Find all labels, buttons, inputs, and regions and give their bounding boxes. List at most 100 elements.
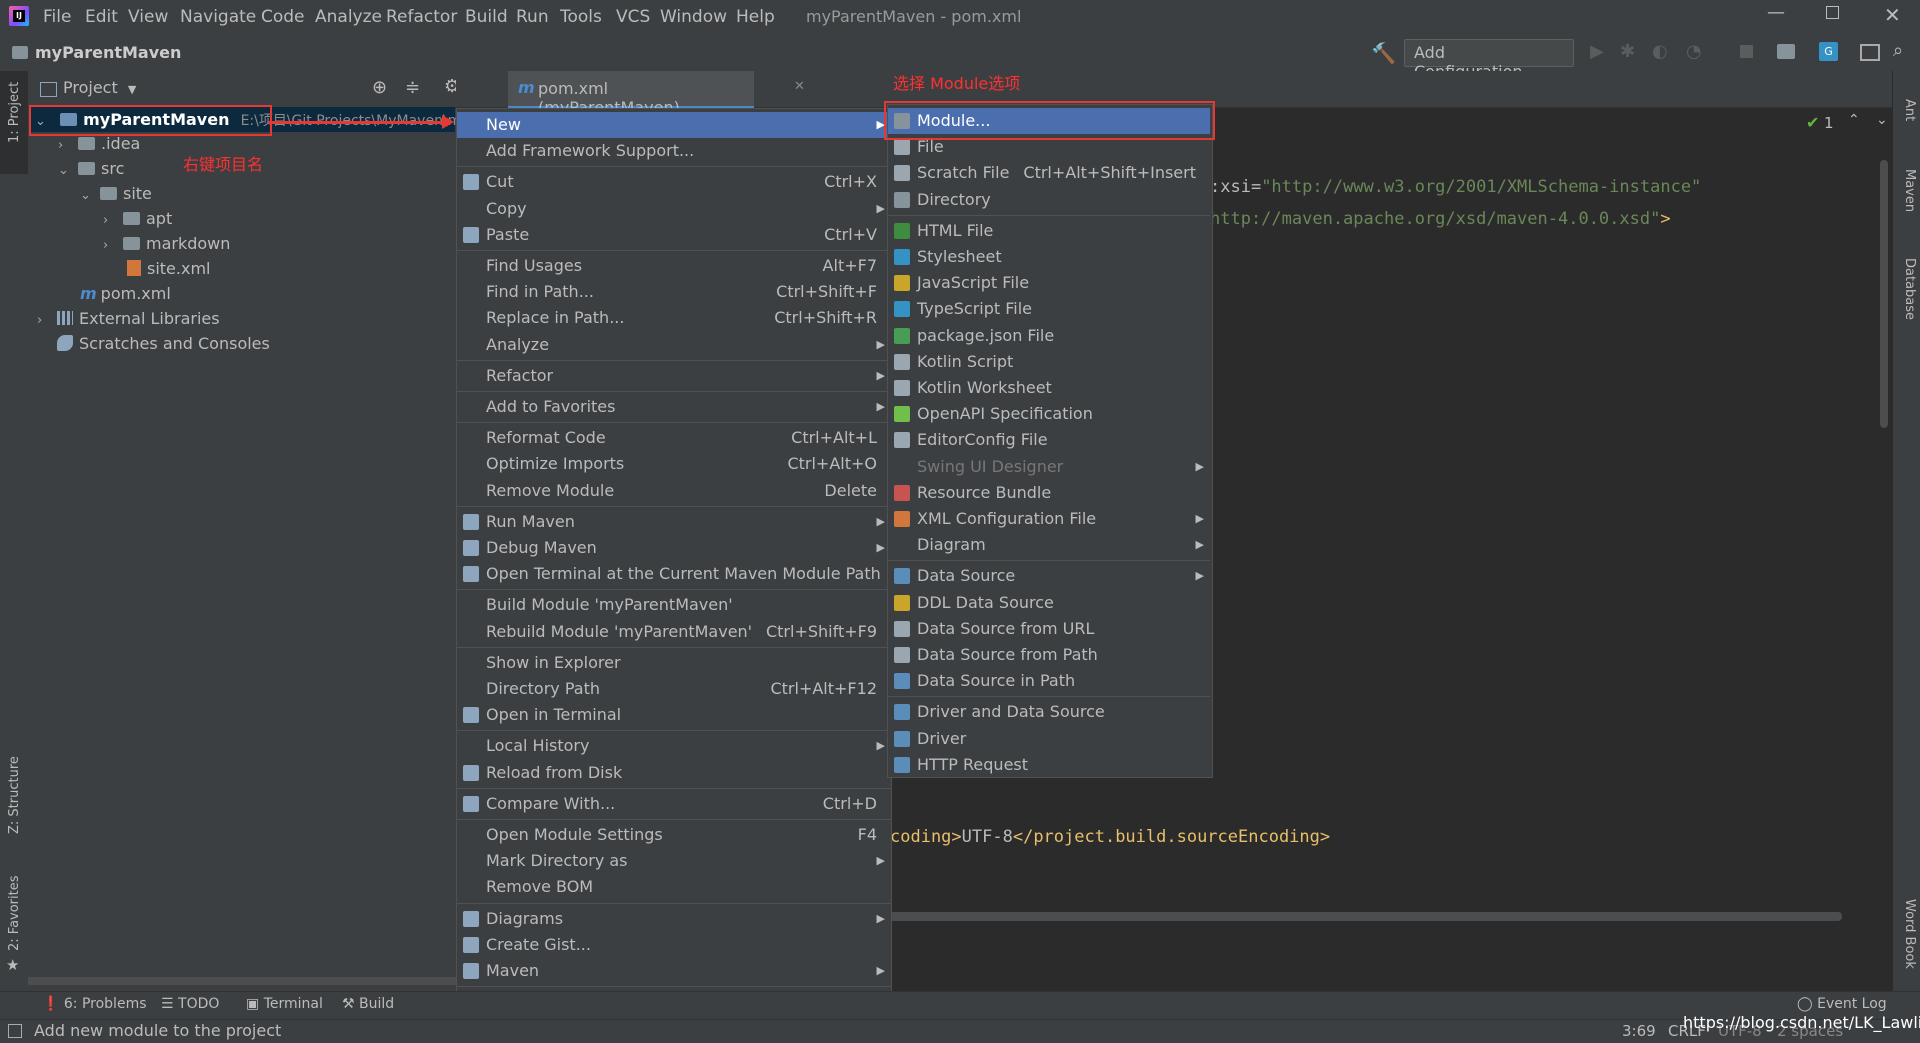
menu-item-driver[interactable]: Driver [888, 726, 1210, 752]
menu-navigate[interactable]: Navigate [180, 7, 256, 27]
menu-item-openapi-specification[interactable]: OpenAPI Specification [888, 401, 1210, 427]
menu-code[interactable]: Code [261, 7, 305, 27]
menu-item-mark-directory-as[interactable]: Mark Directory as ▶ [457, 848, 891, 874]
menu-item-xml-configuration-file[interactable]: XML Configuration File ▶ [888, 506, 1210, 532]
tree-item-scratches[interactable]: Scratches and Consoles [57, 331, 270, 356]
ant-tool-tab[interactable]: Ant [1902, 99, 1917, 121]
profile-icon[interactable]: ◔ [1686, 41, 1702, 62]
close-button[interactable]: ✕ [1884, 3, 1901, 27]
search-icon[interactable]: ⌕ [1893, 40, 1903, 61]
menu-item-add-framework-support[interactable]: Add Framework Support... [457, 138, 891, 164]
project-view-dropdown[interactable]: Project ▼ [63, 78, 136, 97]
stop-icon[interactable] [1740, 45, 1753, 58]
menu-item-local-history[interactable]: Local History ▶ [457, 733, 891, 759]
menu-run[interactable]: Run [516, 7, 549, 27]
tree-item-external-libraries[interactable]: › External Libraries [37, 306, 220, 331]
database-tool-tab[interactable]: Database [1902, 258, 1917, 320]
structure-tool-tab[interactable]: Z: Structure [7, 756, 22, 834]
menu-item-debug-maven[interactable]: Debug Maven ▶ [457, 535, 891, 561]
tool-tab-event-log[interactable]: ◯ Event Log [1797, 996, 1887, 1012]
run-configuration-dropdown[interactable]: Add Configuration... [1404, 39, 1574, 81]
editor-horizontal-scrollbar[interactable] [890, 912, 1842, 921]
tool-tab-build[interactable]: ⚒ Build [342, 996, 394, 1012]
menu-item-refactor[interactable]: Refactor ▶ [457, 363, 891, 389]
menu-item-find-usages[interactable]: Find Usages Alt+F7 [457, 253, 891, 279]
menu-window[interactable]: Window [660, 7, 727, 27]
menu-item-show-in-explorer[interactable]: Show in Explorer [457, 650, 891, 676]
menu-item-diagram[interactable]: Diagram ▶ [888, 532, 1210, 558]
editor-vertical-scrollbar[interactable] [1880, 160, 1888, 428]
menu-tools[interactable]: Tools [560, 7, 602, 27]
menu-file[interactable]: File [43, 7, 71, 27]
tool-tab-terminal[interactable]: ▣ Terminal [246, 996, 323, 1012]
tree-item-site-xml[interactable]: site.xml [127, 256, 210, 281]
menu-item-copy[interactable]: Copy ▶ [457, 196, 891, 222]
project-breadcrumb[interactable]: myParentMaven [35, 43, 181, 62]
menu-item-create-gist[interactable]: Create Gist... [457, 932, 891, 958]
menu-item-open-module-settings[interactable]: Open Module Settings F4 [457, 822, 891, 848]
restore-button[interactable] [1826, 6, 1839, 19]
menu-item-open-terminal-at-the-current-maven-module-path[interactable]: Open Terminal at the Current Maven Modul… [457, 561, 891, 587]
close-tab-icon[interactable]: ✕ [794, 79, 805, 94]
inspection-check-icon[interactable]: ✔ [1806, 113, 1819, 132]
menu-item-analyze[interactable]: Analyze ▶ [457, 332, 891, 358]
tree-item-apt[interactable]: › apt [103, 206, 172, 231]
translate-icon[interactable]: G [1819, 42, 1838, 61]
menu-item-data-source[interactable]: Data Source ▶ [888, 563, 1210, 589]
menu-item-add-to-favorites[interactable]: Add to Favorites ▶ [457, 394, 891, 420]
menu-item-kotlin-worksheet[interactable]: Kotlin Worksheet [888, 375, 1210, 401]
menu-item-stylesheet[interactable]: Stylesheet [888, 244, 1210, 270]
menu-item-remove-bom[interactable]: Remove BOM [457, 874, 891, 900]
menu-item-reload-from-disk[interactable]: Reload from Disk [457, 760, 891, 786]
tree-item-site[interactable]: ⌄ site [80, 181, 152, 206]
menu-item-maven[interactable]: Maven ▶ [457, 958, 891, 984]
tree-item-markdown[interactable]: › markdown [103, 231, 230, 256]
build-hammer-icon[interactable]: 🔨 [1371, 41, 1396, 65]
menu-item-typescript-file[interactable]: TypeScript File [888, 296, 1210, 322]
menu-item-open-in-terminal[interactable]: Open in Terminal [457, 702, 891, 728]
menu-item-kotlin-script[interactable]: Kotlin Script [888, 349, 1210, 375]
coverage-icon[interactable]: ◐ [1652, 41, 1668, 62]
menu-item-find-in-path[interactable]: Find in Path... Ctrl+Shift+F [457, 279, 891, 305]
status-toggle-icon[interactable] [8, 1024, 22, 1038]
menu-item-javascript-file[interactable]: JavaScript File [888, 270, 1210, 296]
caret-position[interactable]: 3:69 [1622, 1022, 1656, 1040]
menu-item-rebuild-module-myparentmaven[interactable]: Rebuild Module 'myParentMaven' Ctrl+Shift… [457, 619, 891, 645]
tool-tab-problems[interactable]: ❗ 6: Problems [42, 996, 147, 1012]
maven-tool-tab[interactable]: Maven [1902, 169, 1917, 212]
menu-item-scratch-file[interactable]: Scratch File Ctrl+Alt+Shift+Insert [888, 160, 1210, 186]
menu-edit[interactable]: Edit [85, 7, 118, 27]
menu-item-run-maven[interactable]: Run Maven ▶ [457, 509, 891, 535]
menu-item-ddl-data-source[interactable]: DDL Data Source [888, 590, 1210, 616]
menu-item-resource-bundle[interactable]: Resource Bundle [888, 480, 1210, 506]
menu-item-replace-in-path[interactable]: Replace in Path... Ctrl+Shift+R [457, 305, 891, 331]
tab-pom-xml[interactable]: m pom.xml (myParentMaven) ✕ [508, 71, 805, 117]
menu-item-data-source-in-path[interactable]: Data Source in Path [888, 668, 1210, 694]
menu-item-remove-module[interactable]: Remove Module Delete [457, 478, 891, 504]
menu-build[interactable]: Build [465, 7, 508, 27]
project-structure-icon[interactable] [1777, 44, 1795, 59]
presentation-icon[interactable] [1860, 44, 1880, 61]
tool-tab-todo[interactable]: ☰ TODO [161, 996, 219, 1012]
menu-item-build-module-myparentmaven[interactable]: Build Module 'myParentMaven' [457, 592, 891, 618]
menu-item-diagrams[interactable]: Diagrams ▶ [457, 906, 891, 932]
menu-refactor[interactable]: Refactor [386, 7, 457, 27]
menu-vcs[interactable]: VCS [616, 7, 650, 27]
menu-item-compare-with[interactable]: Compare With... Ctrl+D [457, 791, 891, 817]
menu-item-cut[interactable]: Cut Ctrl+X [457, 169, 891, 195]
debug-icon[interactable]: ✱ [1620, 41, 1635, 62]
menu-item-data-source-from-path[interactable]: Data Source from Path [888, 642, 1210, 668]
menu-item-html-file[interactable]: HTML File [888, 218, 1210, 244]
menu-item-package-json-file[interactable]: package.json File [888, 323, 1210, 349]
collapse-all-icon[interactable]: ≑ [405, 77, 420, 98]
menu-item-driver-and-data-source[interactable]: Driver and Data Source [888, 699, 1210, 725]
tree-item-src[interactable]: ⌄ src [58, 156, 124, 181]
menu-item-optimize-imports[interactable]: Optimize Imports Ctrl+Alt+O [457, 451, 891, 477]
project-horizontal-scrollbar[interactable] [28, 977, 456, 985]
tree-item-pom[interactable]: m pom.xml [80, 281, 171, 306]
run-icon[interactable]: ▶ [1590, 41, 1604, 62]
menu-item-new[interactable]: New ▶ [457, 112, 891, 138]
menu-item-data-source-from-url[interactable]: Data Source from URL [888, 616, 1210, 642]
menu-analyze[interactable]: Analyze [315, 7, 382, 27]
menu-item-reformat-code[interactable]: Reformat Code Ctrl+Alt+L [457, 425, 891, 451]
